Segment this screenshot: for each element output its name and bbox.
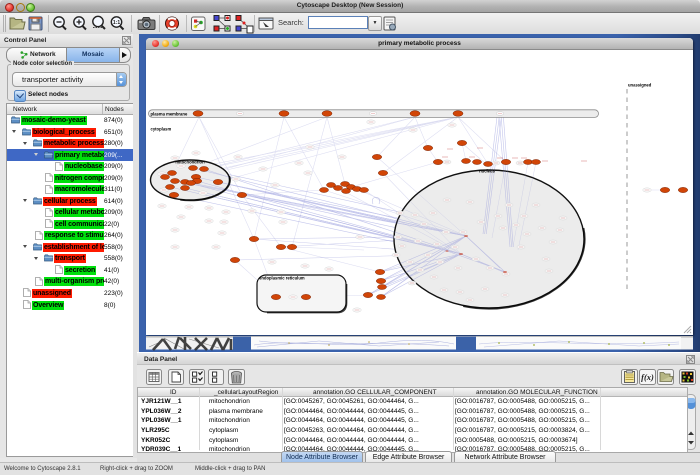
svg-text:1:1: 1:1 (113, 20, 120, 26)
svg-text:cytoplasm: cytoplasm (151, 127, 172, 132)
svg-text:endoplasmic reticulum: endoplasmic reticulum (259, 276, 305, 281)
svg-text:unassigned: unassigned (628, 83, 652, 88)
svg-text:nucleus: nucleus (479, 169, 495, 174)
svg-text:plasma membrane: plasma membrane (151, 112, 188, 117)
svg-text:f(x): f(x) (641, 372, 654, 382)
